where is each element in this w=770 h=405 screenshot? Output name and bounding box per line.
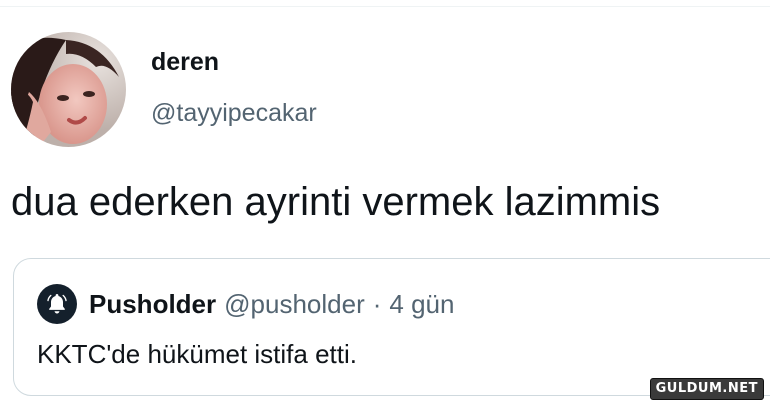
top-divider	[0, 0, 770, 7]
quoted-author-name[interactable]: Pusholder	[89, 289, 216, 320]
quoted-tweet-header: Pusholder @pusholder · 4 gün	[37, 284, 454, 324]
author-name[interactable]: deren	[151, 48, 219, 77]
quoted-tweet-timestamp[interactable]: 4 gün	[389, 289, 454, 320]
tweet-text: dua ederken ayrinti vermek lazimmis	[11, 180, 661, 224]
quoted-tweet-text: KKTC'de hükümet istifa etti.	[37, 339, 357, 369]
author-handle[interactable]: @tayyipecakar	[151, 99, 317, 128]
author-avatar[interactable]	[11, 32, 126, 147]
quoted-author-avatar[interactable]	[37, 284, 77, 324]
separator-dot: ·	[372, 288, 382, 319]
bell-icon	[47, 294, 67, 314]
watermark: GULDUM.NET	[649, 378, 764, 400]
quoted-tweet-card[interactable]: Pusholder @pusholder · 4 gün KKTC'de hük…	[13, 258, 770, 396]
author-avatar-image	[11, 32, 126, 147]
quoted-author-handle[interactable]: @pusholder	[224, 289, 365, 320]
